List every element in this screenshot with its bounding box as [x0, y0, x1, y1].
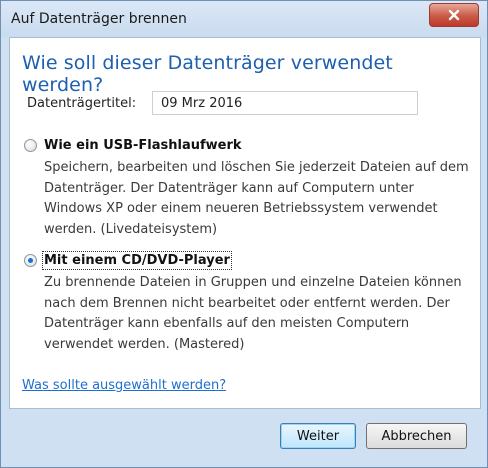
page-heading: Wie soll dieser Datenträger verwendet we… — [22, 52, 393, 96]
usb-flash-radio[interactable] — [24, 139, 37, 152]
cancel-button[interactable]: Abbrechen — [366, 423, 467, 449]
dialog-content: Wie soll dieser Datenträger verwendet we… — [9, 37, 481, 409]
disc-title-label: Datenträgertitel: — [27, 96, 137, 111]
help-link[interactable]: Was sollte ausgewählt werden? — [22, 378, 226, 393]
usb-flash-label[interactable]: Wie ein USB-Flashlaufwerk — [44, 138, 242, 153]
window-title: Auf Datenträger brennen — [11, 11, 187, 27]
title-bar[interactable]: Auf Datenträger brennen — [1, 1, 487, 37]
burn-disc-dialog: Auf Datenträger brennen Wie soll dieser … — [0, 0, 488, 468]
cd-dvd-label[interactable]: Mit einem CD/DVD-Player — [42, 251, 232, 270]
close-icon — [448, 9, 460, 21]
cd-dvd-description: Zu brennende Dateien in Gruppen und einz… — [44, 275, 462, 352]
option-usb-flash[interactable]: Wie ein USB-Flashlaufwerk — [24, 138, 242, 153]
disc-title-input[interactable] — [152, 91, 418, 115]
close-button[interactable] — [429, 3, 479, 27]
next-button[interactable]: Weiter — [280, 423, 356, 449]
usb-flash-description: Speichern, bearbeiten und löschen Sie je… — [44, 160, 469, 237]
cd-dvd-radio[interactable] — [24, 254, 37, 267]
option-cd-dvd-player[interactable]: Mit einem CD/DVD-Player — [24, 251, 232, 270]
